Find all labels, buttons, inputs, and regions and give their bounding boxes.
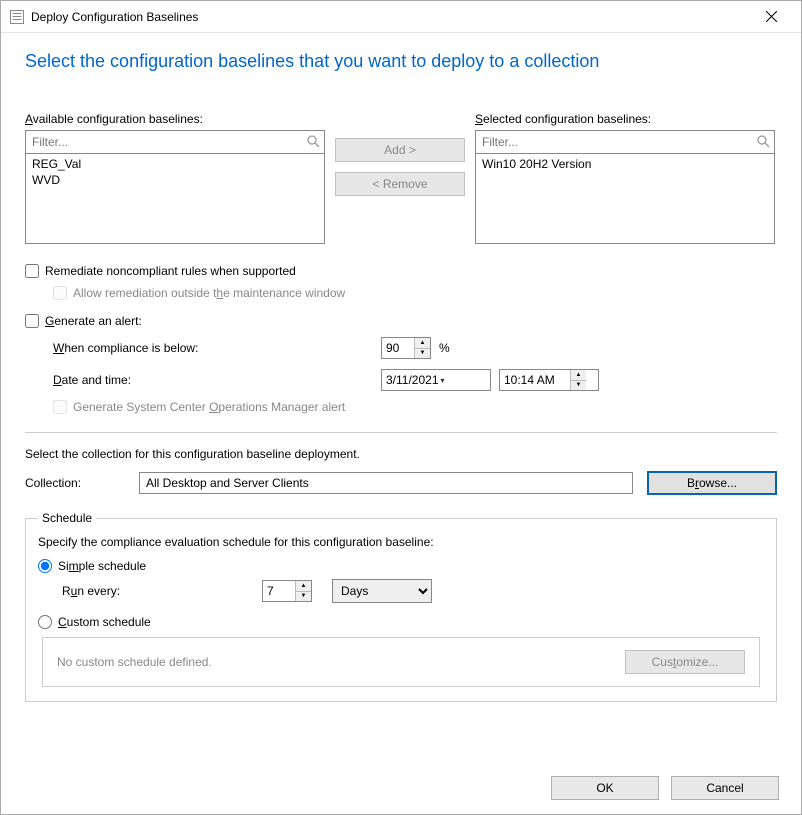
available-list[interactable]: REG_Val WVD (25, 154, 325, 244)
scom-row: Generate System Center Operations Manage… (53, 400, 777, 414)
collection-row: Collection: Browse... (25, 471, 777, 495)
compliance-spin[interactable]: ▲ ▼ (381, 337, 431, 359)
allow-remediation-label: Allow remediation outside the maintenanc… (73, 286, 345, 300)
transfer-buttons: Add > < Remove (325, 112, 475, 244)
when-below-label: When compliance is below: (53, 341, 373, 355)
divider (25, 432, 777, 433)
custom-schedule-row: Custom schedule (38, 615, 764, 629)
ok-button[interactable]: OK (551, 776, 659, 800)
scom-checkbox (53, 400, 67, 414)
page-heading: Select the configuration baselines that … (25, 51, 777, 72)
selected-column: Selected configuration baselines: Win10 … (475, 112, 775, 244)
spin-up-icon[interactable]: ▲ (296, 581, 311, 592)
app-icon (9, 9, 25, 25)
custom-schedule-radio[interactable] (38, 615, 52, 629)
search-icon (306, 134, 320, 151)
chevron-down-icon[interactable]: ▾ (439, 376, 487, 385)
collection-label: Collection: (25, 476, 125, 490)
baseline-picker: Available configuration baselines: REG_V… (25, 112, 777, 244)
generate-alert-label: Generate an alert: (45, 314, 142, 328)
percent-label: % (439, 341, 450, 355)
simple-schedule-row: Simple schedule (38, 559, 764, 573)
window-title: Deploy Configuration Baselines (31, 10, 751, 24)
list-item[interactable]: Win10 20H2 Version (482, 156, 768, 172)
date-time-label: Date and time: (53, 373, 373, 387)
generate-alert-checkbox[interactable] (25, 314, 39, 328)
run-every-unit[interactable]: Days (332, 579, 432, 603)
dialog-window: Deploy Configuration Baselines Select th… (0, 0, 802, 815)
run-every-value[interactable] (263, 581, 295, 601)
allow-remediation-row: Allow remediation outside the maintenanc… (53, 286, 777, 300)
remediate-label: Remediate noncompliant rules when suppor… (45, 264, 296, 278)
customize-button: Customize... (625, 650, 745, 674)
spin-down-icon[interactable]: ▼ (296, 592, 311, 602)
generate-alert-row: Generate an alert: (25, 314, 777, 328)
spin-up-icon[interactable]: ▲ (415, 338, 430, 349)
add-button[interactable]: Add > (335, 138, 465, 162)
run-every-label: Run every: (62, 584, 242, 598)
selected-filter[interactable] (475, 130, 775, 154)
selected-list[interactable]: Win10 20H2 Version (475, 154, 775, 244)
scom-label: Generate System Center Operations Manage… (73, 400, 345, 414)
list-item[interactable]: REG_Val (32, 156, 318, 172)
available-label: Available configuration baselines: (25, 112, 325, 126)
allow-remediation-checkbox (53, 286, 67, 300)
spin-up-icon[interactable]: ▲ (571, 370, 586, 381)
remediate-checkbox[interactable] (25, 264, 39, 278)
simple-schedule-label: Simple schedule (58, 559, 146, 573)
custom-schedule-box: No custom schedule defined. Customize... (42, 637, 760, 687)
selected-label: Selected configuration baselines: (475, 112, 775, 126)
time-value[interactable] (500, 370, 570, 390)
available-filter-input[interactable] (30, 134, 306, 150)
date-value: 3/11/2021 (386, 373, 439, 387)
simple-schedule-radio[interactable] (38, 559, 52, 573)
compliance-value[interactable] (382, 338, 414, 358)
available-column: Available configuration baselines: REG_V… (25, 112, 325, 244)
run-every-spin[interactable]: ▲ ▼ (262, 580, 312, 602)
schedule-desc: Specify the compliance evaluation schedu… (38, 535, 764, 549)
close-button[interactable] (751, 2, 791, 32)
spin-down-icon[interactable]: ▼ (571, 381, 586, 391)
time-picker[interactable]: ▲ ▼ (499, 369, 599, 391)
collection-prompt: Select the collection for this configura… (25, 447, 777, 461)
spin-down-icon[interactable]: ▼ (415, 349, 430, 359)
no-custom-msg: No custom schedule defined. (57, 655, 625, 669)
browse-button[interactable]: Browse... (647, 471, 777, 495)
search-icon (756, 134, 770, 151)
selected-filter-input[interactable] (480, 134, 756, 150)
content-area: Select the configuration baselines that … (1, 33, 801, 768)
schedule-legend: Schedule (38, 511, 96, 525)
date-picker[interactable]: 3/11/2021 ▾ (381, 369, 491, 391)
titlebar: Deploy Configuration Baselines (1, 1, 801, 33)
remediate-row: Remediate noncompliant rules when suppor… (25, 264, 777, 278)
schedule-group: Schedule Specify the compliance evaluati… (25, 511, 777, 702)
run-every-row: Run every: ▲ ▼ Days (62, 579, 764, 603)
remove-button[interactable]: < Remove (335, 172, 465, 196)
available-filter[interactable] (25, 130, 325, 154)
collection-field[interactable] (139, 472, 633, 494)
dialog-footer: OK Cancel (1, 768, 801, 814)
cancel-button[interactable]: Cancel (671, 776, 779, 800)
custom-schedule-label: Custom schedule (58, 615, 151, 629)
compliance-threshold-row: When compliance is below: ▲ ▼ % (53, 337, 777, 359)
date-time-row: Date and time: 3/11/2021 ▾ ▲ ▼ (53, 369, 777, 391)
list-item[interactable]: WVD (32, 172, 318, 188)
